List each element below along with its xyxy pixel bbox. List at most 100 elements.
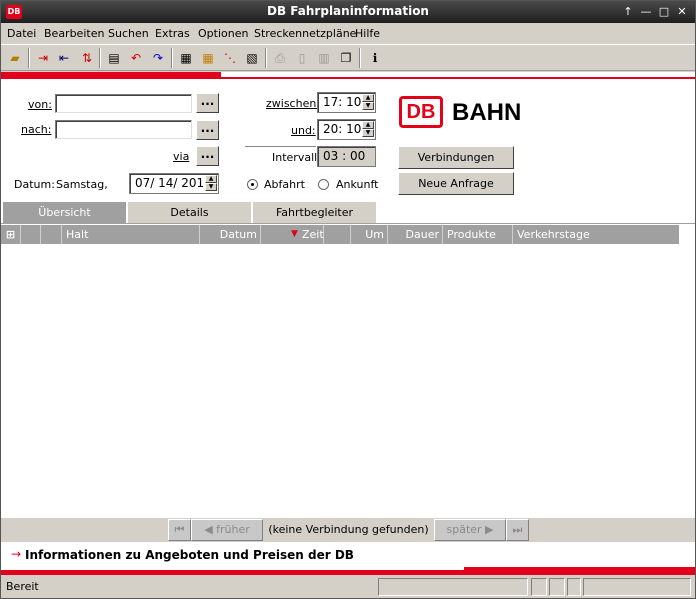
verbindungen-suchen-button[interactable]: Verbindungen suchen [398, 146, 514, 185]
column-datum[interactable]: Datum [200, 225, 261, 244]
earlier-button[interactable]: ◀ früher [191, 519, 263, 541]
spin-down-icon[interactable]: ▼ [362, 129, 374, 137]
interval-value: 03 : 00 [323, 149, 366, 163]
calendar-icon[interactable]: ▦ [198, 48, 218, 68]
time-to-value: 20: 10 [323, 122, 362, 136]
time-from-spinner[interactable]: ▲ ▼ [362, 94, 374, 111]
arrow-right-icon: → [11, 547, 22, 561]
skip-last-icon: ⏭ [512, 523, 523, 536]
arrow-left-icon: ◀ [204, 523, 217, 536]
ankunft-radio[interactable] [318, 179, 329, 190]
later-button[interactable]: später ▶ [434, 519, 506, 541]
red-stripe-left [1, 72, 221, 79]
spin-down-icon[interactable]: ▼ [205, 183, 217, 191]
first-page-button[interactable]: ⏮ [168, 519, 191, 541]
date-field[interactable]: 07/ 14/ 2012 ▲ ▼ [129, 173, 219, 194]
menu-bearbeiten[interactable]: Bearbeiten [44, 27, 104, 40]
von-input[interactable] [55, 94, 192, 113]
import-icon[interactable]: ⇤ [54, 48, 74, 68]
last-page-button[interactable]: ⏭ [506, 519, 529, 541]
column-dauer[interactable]: Dauer [388, 225, 443, 244]
spin-up-icon[interactable]: ▲ [362, 94, 374, 102]
later-label: später [446, 523, 482, 536]
via-browse-button[interactable]: ... [196, 146, 219, 166]
intervall-label: Intervall: [272, 151, 321, 164]
nach-input[interactable] [55, 120, 192, 139]
neue-anfrage-button[interactable]: Neue Anfrage [398, 172, 514, 195]
toolbar-separator [99, 48, 101, 68]
column-spacer [324, 225, 351, 244]
sort-down-icon: ▼ [291, 229, 298, 239]
toolbar-separator [359, 48, 361, 68]
spin-up-icon[interactable]: ▲ [205, 175, 217, 183]
nach-browse-button[interactable]: ... [196, 120, 219, 140]
menu-suchen[interactable]: Suchen [108, 27, 149, 40]
column-um[interactable]: Um [351, 225, 388, 244]
redo-icon[interactable]: ↷ [148, 48, 168, 68]
time-to-spinner[interactable]: ▲ ▼ [362, 121, 374, 138]
menu-extras[interactable]: Extras [155, 27, 190, 40]
print-preview-icon[interactable]: ▯ [292, 48, 312, 68]
column-produkte[interactable]: Produkte [443, 225, 513, 244]
status-pane [567, 578, 581, 596]
datum-label: Datum: [14, 178, 55, 191]
abfahrt-radio[interactable] [247, 179, 258, 190]
von-label: von: [28, 98, 52, 111]
print-icon[interactable]: ⎙ [270, 48, 290, 68]
title-bar: DB DB Fahrplaninformation ↑ — □ ✕ [1, 1, 695, 23]
window-title: DB Fahrplaninformation [267, 4, 429, 18]
app-window: DB DB Fahrplaninformation ↑ — □ ✕ Datei … [0, 0, 696, 599]
shade-button[interactable]: ↑ [621, 4, 635, 20]
open-folder-icon[interactable]: ▰ [5, 48, 25, 68]
earlier-label: früher [216, 523, 250, 536]
info-banner: → Informationen zu Angeboten und Preisen… [1, 542, 695, 569]
undo-icon[interactable]: ↶ [126, 48, 146, 68]
result-navigation: ⏮ ◀ früher (keine Verbindung gefunden) s… [1, 518, 695, 542]
toolbar: ▰ ⇥ ⇤ ⇅ ▤ ↶ ↷ ▦ ▦ ⋱ ▧ ⎙ ▯ ▥ ❐ ℹ [1, 44, 695, 71]
menu-optionen[interactable]: Optionen [198, 27, 248, 40]
nav-status: (keine Verbindung gefunden) [268, 523, 429, 536]
spin-down-icon[interactable]: ▼ [362, 102, 374, 110]
spin-up-icon[interactable]: ▲ [362, 121, 374, 129]
menu-bar: Datei Bearbeiten Suchen Extras Optionen … [1, 24, 695, 43]
bottom-red-stripe [1, 567, 695, 575]
skip-first-icon: ⏮ [174, 523, 185, 536]
menu-streckennetzplaene[interactable]: Streckennetzpläne [254, 27, 356, 40]
schedule-icon[interactable]: ▧ [242, 48, 262, 68]
connections-table: ⊞ Halt Datum ▼ Zeit Um Dauer Produkte Ve… [1, 223, 695, 518]
copy-icon[interactable]: ❐ [336, 48, 356, 68]
tab-details[interactable]: Details [128, 202, 251, 223]
column-spacer [41, 225, 62, 244]
toolbar-separator [265, 48, 267, 68]
column-halt[interactable]: Halt [62, 225, 200, 244]
time-to-field[interactable]: 20: 10 ▲ ▼ [317, 119, 376, 140]
status-bar: Bereit [1, 576, 695, 598]
close-button[interactable]: ✕ [675, 4, 689, 20]
column-zeit[interactable]: ▼ Zeit [261, 225, 324, 244]
table-icon[interactable]: ▥ [314, 48, 334, 68]
tab-fahrtbegleiter[interactable]: Fahrtbegleiter [253, 202, 376, 223]
swap-icon[interactable]: ⇅ [77, 48, 97, 68]
column-verkehrstage[interactable]: Verkehrstage [513, 225, 679, 244]
column-spacer [21, 225, 41, 244]
minimize-button[interactable]: — [639, 4, 653, 20]
menu-datei[interactable]: Datei [7, 27, 36, 40]
timetable-icon[interactable]: ▦ [176, 48, 196, 68]
von-browse-button[interactable]: ... [196, 93, 219, 113]
status-text: Bereit [6, 580, 39, 593]
date-spinner[interactable]: ▲ ▼ [205, 175, 217, 192]
info-icon[interactable]: ℹ [365, 48, 385, 68]
toolbar-separator [171, 48, 173, 68]
abfahrt-label: Abfahrt [264, 178, 305, 191]
route-icon[interactable]: ⋱ [220, 48, 240, 68]
top-red-stripe [1, 72, 695, 79]
export-icon[interactable]: ⇥ [33, 48, 53, 68]
tab-uebersicht[interactable]: Übersicht [3, 202, 126, 223]
menu-hilfe[interactable]: Hilfe [355, 27, 380, 40]
maximize-button[interactable]: □ [657, 4, 671, 20]
info-link[interactable]: Informationen zu Angeboten und Preisen d… [25, 548, 354, 562]
expand-all-icon[interactable]: ⊞ [1, 225, 21, 244]
time-from-field[interactable]: 17: 10 ▲ ▼ [317, 92, 376, 113]
properties-icon[interactable]: ▤ [104, 48, 124, 68]
zwischen-label: zwischen: [266, 97, 321, 110]
